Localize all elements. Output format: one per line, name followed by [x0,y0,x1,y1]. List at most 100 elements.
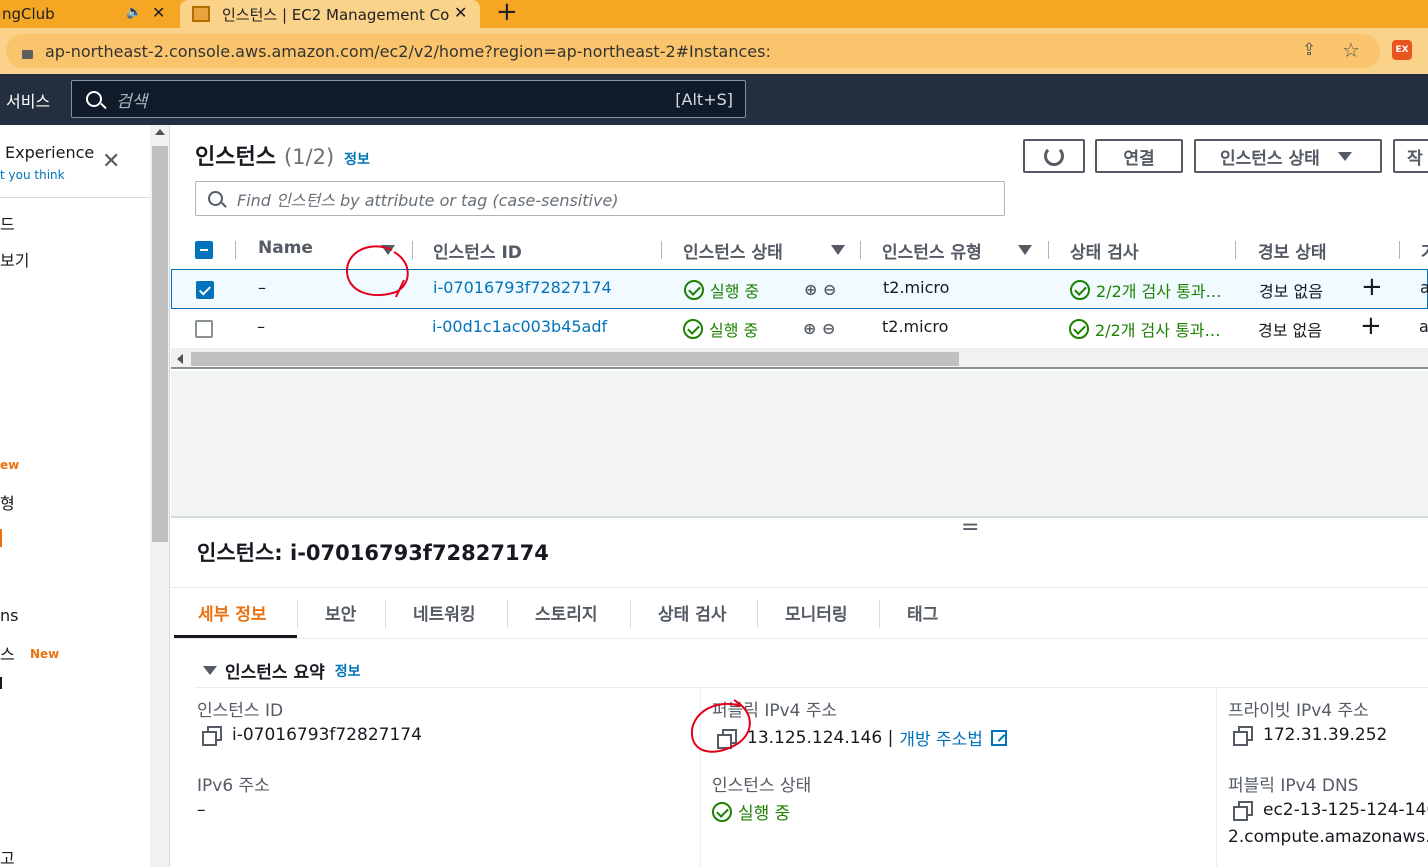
close-tab-icon[interactable]: ✕ [152,3,165,22]
zoom-out-icon[interactable]: ⊖ [822,319,835,338]
success-check-icon [712,801,732,822]
public-dns-text-1: ec2-13-125-124-146 [1263,800,1428,820]
sidebar-item[interactable]: 드 [0,211,15,235]
scroll-up-icon[interactable] [155,129,165,135]
copy-icon[interactable] [202,726,222,746]
lock-icon [22,49,33,59]
info-link[interactable]: 정보 [344,149,370,169]
address-bar[interactable]: ap-northeast-2.console.aws.amazon.com/ec… [6,34,1380,68]
search-icon [86,91,107,110]
close-tab-icon[interactable]: ✕ [454,3,467,22]
actions-button[interactable]: 작 [1393,139,1428,173]
column-separator[interactable] [412,241,413,259]
sort-icon[interactable] [831,245,845,255]
select-all-checkbox[interactable] [195,241,213,259]
table-header: Name 인스턴스 ID 인스턴스 상태 인스턴스 유형 상태 검사 경보 상태… [171,229,1428,269]
browser-tab-bar: ngClub 🔈 ✕ 인스턴스 | EC2 Management Co ✕ + [0,0,1428,28]
column-header-alarm-status[interactable]: 경보 상태 [1258,238,1326,263]
aws-search-input[interactable]: 검색 [Alt+S] [71,80,746,118]
summary-header[interactable]: 인스턴스 요약 정보 [203,658,361,683]
extension-icon[interactable]: EX [1392,40,1412,60]
copy-icon[interactable] [717,728,737,749]
sidebar-scroll-thumb[interactable] [152,146,168,542]
row-checkbox[interactable] [196,281,214,299]
column-header-name[interactable]: Name [258,238,313,258]
sidebar-item[interactable]: 고 [0,845,15,867]
sidebar-item[interactable]: 스 [0,641,15,665]
cell-instance-id-link[interactable]: i-00d1c1ac003b45adf [432,317,607,336]
column-header-status-check[interactable]: 상태 검사 [1070,238,1138,263]
row-checkbox[interactable] [195,320,213,338]
close-icon[interactable]: ✕ [102,149,120,174]
horizontal-scroll-thumb[interactable] [191,352,959,366]
column-separator[interactable] [1048,241,1049,259]
column-header-az[interactable]: 가 [1421,238,1428,263]
status-check-text: 2/2개 검사 통과… [1096,282,1222,301]
bookmark-star-icon[interactable]: ☆ [1342,38,1360,62]
mute-icon[interactable]: 🔈 [126,5,142,20]
tab-details[interactable]: 세부 정보 [198,600,266,625]
cell-instance-id-link[interactable]: i-07016793f72827174 [433,278,612,297]
tab-tags[interactable]: 태그 [907,600,938,625]
zoom-out-icon[interactable]: ⊖ [823,280,836,299]
sort-icon[interactable] [381,245,395,255]
tab-monitoring[interactable]: 모니터링 [785,600,848,625]
table-row[interactable]: – i-00d1c1ac003b45adf 실행 중 ⊕ ⊖ t2.micro … [171,309,1428,349]
connect-button[interactable]: 연결 [1095,139,1183,173]
sidebar-item[interactable]: ns [0,606,18,625]
add-alarm-icon[interactable]: + [1360,311,1382,341]
instance-state-button[interactable]: 인스턴스 상태 [1194,139,1382,173]
instance-id-text: i-07016793f72827174 [232,725,422,745]
copy-icon[interactable] [1233,726,1253,746]
instances-header: 인스턴스 (1/2) 정보 [195,139,370,171]
instance-filter-input[interactable]: Find 인스턴스 by attribute or tag (case-sens… [195,181,1005,216]
column-separator [235,241,236,259]
tab-security[interactable]: 보안 [325,600,356,625]
table-row[interactable]: – i-07016793f72827174 실행 중 ⊕ ⊖ t2.micro … [171,269,1428,309]
add-alarm-icon[interactable]: + [1361,272,1383,302]
details-title-id: i-07016793f72827174 [290,541,549,565]
refresh-button[interactable] [1023,139,1085,173]
new-tab-icon[interactable]: + [496,0,518,27]
zoom-in-icon[interactable]: ⊕ [804,280,817,299]
column-separator[interactable] [1235,241,1236,259]
column-header-instance-type[interactable]: 인스턴스 유형 [882,238,982,263]
open-address-link[interactable]: 개방 주소법 [899,725,983,750]
sidebar-item[interactable]: 형 [0,490,15,514]
zoom-in-icon[interactable]: ⊕ [803,319,816,338]
details-title-prefix: 인스턴스: [197,541,283,565]
services-menu[interactable]: 서비스 [6,88,50,112]
browser-tab[interactable]: ngClub 🔈 ✕ [0,0,178,28]
tab-separator [385,600,386,628]
column-header-instance-id[interactable]: 인스턴스 ID [433,238,522,263]
cell-name: – [258,278,266,297]
sidebar-item[interactable]: 보기 [0,247,29,271]
tab-networking[interactable]: 네트워킹 [413,600,476,625]
copy-icon[interactable] [1233,801,1253,821]
share-icon[interactable]: ⇪ [1302,40,1316,60]
cell-status-check[interactable]: 2/2개 검사 통과… [1069,317,1221,341]
column-separator[interactable] [661,241,662,259]
main-content: 인스턴스 (1/2) 정보 연결 인스턴스 상태 작 Find 인스턴스 by … [171,125,1428,867]
tab-storage[interactable]: 스토리지 [535,600,598,625]
private-ipv4-value: 172.31.39.252 [1233,725,1387,746]
browser-tab-active[interactable]: 인스턴스 | EC2 Management Co ✕ [180,0,480,28]
sidebar-item[interactable]: ew [0,458,19,472]
summary-info-link[interactable]: 정보 [335,661,361,681]
table-horizontal-scrollbar[interactable] [171,349,1428,369]
experience-feedback-link[interactable]: t you think [0,168,65,182]
sort-icon[interactable] [1018,245,1032,255]
instance-id-label: 인스턴스 ID [197,701,284,721]
column-divider [700,688,701,867]
drag-handle-icon[interactable]: = [961,515,979,540]
column-separator[interactable] [860,241,861,259]
cell-status-check[interactable]: 2/2개 검사 통과… [1070,278,1222,302]
tab-status-checks[interactable]: 상태 검사 [658,600,726,625]
cell-instance-state: 실행 중 [684,278,759,302]
instance-state-label: 인스턴스 상태 [1220,148,1320,169]
external-link-icon[interactable] [990,729,1007,746]
scroll-left-icon[interactable] [177,354,183,364]
column-header-instance-state[interactable]: 인스턴스 상태 [683,238,783,263]
panel-splitter[interactable] [171,516,1428,518]
column-separator[interactable] [1399,241,1400,259]
